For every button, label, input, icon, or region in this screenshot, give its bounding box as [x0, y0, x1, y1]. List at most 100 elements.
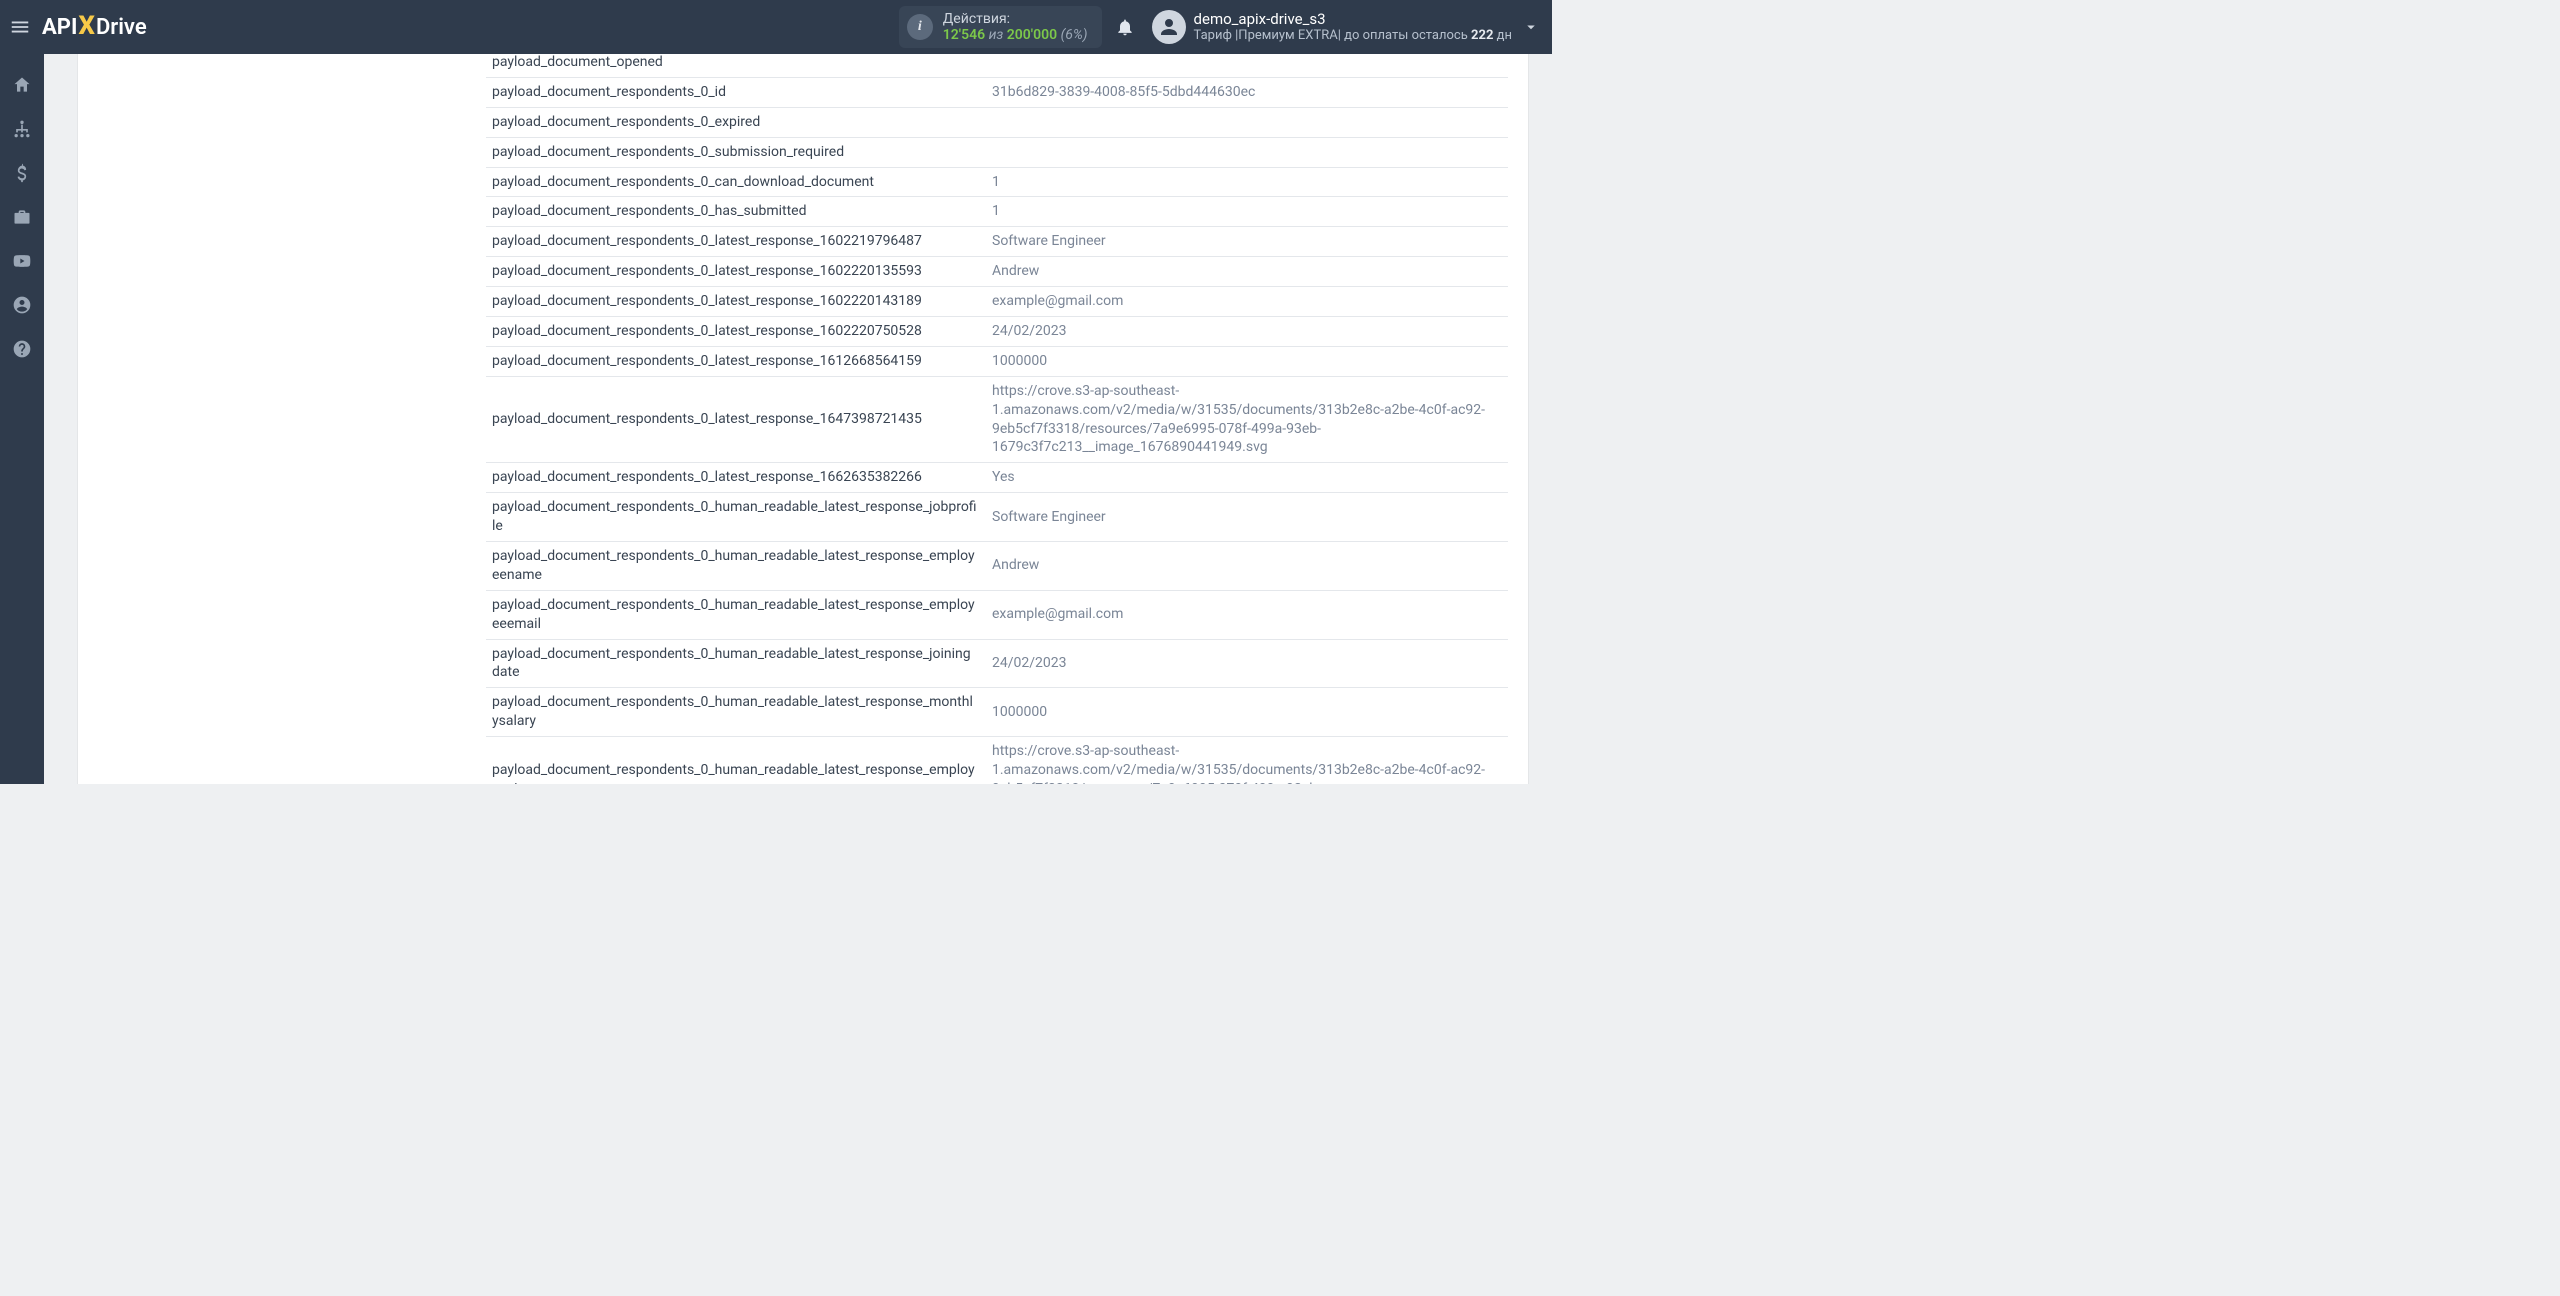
field-value: Andrew — [986, 257, 1508, 287]
actions-line: 12'546 из 200'000 (6%) — [943, 27, 1088, 43]
home-icon — [12, 75, 32, 95]
table-row: payload_document_respondents_0_latest_re… — [486, 227, 1508, 257]
table-row: payload_document_opened — [486, 54, 1508, 77]
actions-total: 200'000 — [1007, 27, 1057, 43]
field-key: payload_document_respondents_0_human_rea… — [486, 542, 986, 591]
field-value: https://crove.s3-ap-southeast-1.amazonaw… — [986, 376, 1508, 463]
field-value: Software Engineer — [986, 227, 1508, 257]
field-key: payload_document_respondents_0_expired — [486, 107, 986, 137]
logo-api: API — [42, 15, 77, 40]
content-panel: payload_document_openedpayload_document_… — [78, 54, 1528, 784]
avatar[interactable] — [1152, 10, 1186, 44]
field-key: payload_document_respondents_0_human_rea… — [486, 737, 986, 784]
logo[interactable]: API X Drive — [40, 12, 147, 42]
field-key: payload_document_respondents_0_latest_re… — [486, 346, 986, 376]
table-row: payload_document_respondents_0_latest_re… — [486, 257, 1508, 287]
table-row: payload_document_respondents_0_submissio… — [486, 137, 1508, 167]
info-icon: i — [907, 14, 933, 40]
table-row: payload_document_respondents_0_id31b6d82… — [486, 77, 1508, 107]
field-value: example@gmail.com — [986, 287, 1508, 317]
field-key: payload_document_respondents_0_can_downl… — [486, 167, 986, 197]
sidebar-item-help[interactable] — [0, 330, 44, 368]
menu-icon — [9, 16, 31, 38]
kv-table: payload_document_openedpayload_document_… — [486, 54, 1508, 784]
chevron-down-icon — [1522, 18, 1540, 36]
table-row: payload_document_respondents_0_has_submi… — [486, 197, 1508, 227]
field-key: payload_document_respondents_0_latest_re… — [486, 257, 986, 287]
account-name: demo_apix-drive_s3 — [1194, 10, 1512, 28]
field-value: https://crove.s3-ap-southeast-1.amazonaw… — [986, 737, 1508, 784]
hamburger-button[interactable] — [0, 0, 40, 54]
field-value: 24/02/2023 — [986, 317, 1508, 347]
table-row: payload_document_respondents_0_latest_re… — [486, 317, 1508, 347]
plan-days: 222 — [1471, 28, 1493, 43]
youtube-icon — [12, 251, 32, 271]
field-value: 1000000 — [986, 688, 1508, 737]
logo-drive: Drive — [96, 15, 147, 40]
sidebar-item-video[interactable] — [0, 242, 44, 280]
flow-icon — [12, 119, 32, 139]
field-value: 1 — [986, 167, 1508, 197]
table-row: payload_document_respondents_0_expired — [486, 107, 1508, 137]
field-key: payload_document_respondents_0_human_rea… — [486, 688, 986, 737]
table-row: payload_document_respondents_0_human_rea… — [486, 493, 1508, 542]
table-row: payload_document_respondents_0_human_rea… — [486, 737, 1508, 784]
field-key: payload_document_respondents_0_latest_re… — [486, 287, 986, 317]
table-row: payload_document_respondents_0_latest_re… — [486, 346, 1508, 376]
user-icon — [1157, 15, 1181, 39]
notifications-button[interactable] — [1102, 17, 1148, 37]
field-value: 31b6d829-3839-4008-85f5-5dbd444630ec — [986, 77, 1508, 107]
table-row: payload_document_respondents_0_human_rea… — [486, 639, 1508, 688]
actions-pill[interactable]: i Действия: 12'546 из 200'000 (6%) — [899, 6, 1102, 48]
user-circle-icon — [12, 295, 32, 315]
field-value: Yes — [986, 463, 1508, 493]
field-key: payload_document_respondents_0_latest_re… — [486, 317, 986, 347]
plan-line: Тариф |Премиум EXTRA| до оплаты осталось… — [1194, 28, 1512, 44]
data-table-area: payload_document_openedpayload_document_… — [486, 54, 1508, 784]
field-key: payload_document_respondents_0_human_rea… — [486, 639, 986, 688]
question-icon — [12, 339, 32, 359]
table-row: payload_document_respondents_0_latest_re… — [486, 376, 1508, 463]
actions-label: Действия: — [943, 11, 1088, 27]
account-block[interactable]: demo_apix-drive_s3 Тариф |Премиум EXTRA|… — [1194, 10, 1518, 44]
table-row: payload_document_respondents_0_latest_re… — [486, 287, 1508, 317]
actions-of: из — [989, 27, 1004, 43]
sidebar-item-billing[interactable] — [0, 154, 44, 192]
field-value: example@gmail.com — [986, 590, 1508, 639]
sidebar-item-account[interactable] — [0, 286, 44, 324]
field-key: payload_document_respondents_0_submissio… — [486, 137, 986, 167]
field-value: Andrew — [986, 542, 1508, 591]
table-row: payload_document_respondents_0_latest_re… — [486, 463, 1508, 493]
field-key: payload_document_opened — [486, 54, 986, 77]
field-value: 1 — [986, 197, 1508, 227]
sidebar-item-home[interactable] — [0, 66, 44, 104]
sidebar — [0, 54, 44, 784]
table-row: payload_document_respondents_0_human_rea… — [486, 590, 1508, 639]
bell-icon — [1115, 17, 1135, 37]
field-value — [986, 54, 1508, 77]
field-value: Software Engineer — [986, 493, 1508, 542]
field-value: 1000000 — [986, 346, 1508, 376]
account-chevron[interactable] — [1518, 18, 1552, 36]
table-row: payload_document_respondents_0_human_rea… — [486, 688, 1508, 737]
field-key: payload_document_respondents_0_latest_re… — [486, 376, 986, 463]
logo-x: X — [78, 11, 95, 41]
field-key: payload_document_respondents_0_has_submi… — [486, 197, 986, 227]
field-value — [986, 137, 1508, 167]
actions-pct: (6%) — [1061, 27, 1088, 43]
actions-text: Действия: 12'546 из 200'000 (6%) — [943, 11, 1088, 43]
sidebar-item-services[interactable] — [0, 198, 44, 236]
table-row: payload_document_respondents_0_can_downl… — [486, 167, 1508, 197]
field-key: payload_document_respondents_0_latest_re… — [486, 463, 986, 493]
canvas: payload_document_openedpayload_document_… — [44, 54, 1552, 784]
field-key: payload_document_respondents_0_id — [486, 77, 986, 107]
actions-used: 12'546 — [943, 27, 985, 43]
field-key: payload_document_respondents_0_human_rea… — [486, 590, 986, 639]
field-value — [986, 107, 1508, 137]
table-row: payload_document_respondents_0_human_rea… — [486, 542, 1508, 591]
topbar: API X Drive i Действия: 12'546 из 200'00… — [0, 0, 1552, 54]
dollar-icon — [12, 163, 32, 183]
plan-suffix: дн — [1493, 28, 1512, 43]
sidebar-item-connections[interactable] — [0, 110, 44, 148]
field-key: payload_document_respondents_0_human_rea… — [486, 493, 986, 542]
